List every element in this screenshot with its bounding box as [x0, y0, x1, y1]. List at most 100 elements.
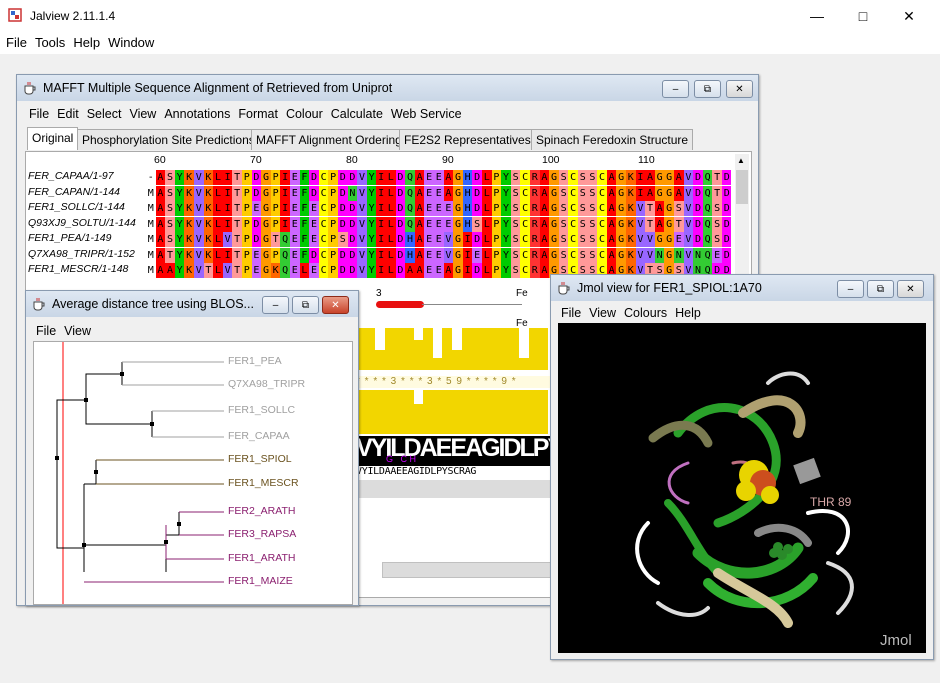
menu-annotations[interactable]: Annotations: [160, 104, 234, 124]
residue[interactable]: L: [482, 185, 492, 201]
residue[interactable]: A: [155, 170, 166, 185]
residue[interactable]: D: [395, 247, 406, 263]
residue[interactable]: R: [530, 247, 540, 263]
residue[interactable]: D: [472, 170, 482, 185]
residue[interactable]: P: [270, 247, 281, 263]
residue[interactable]: I: [376, 247, 386, 263]
residue[interactable]: P: [242, 185, 252, 201]
residue[interactable]: G: [549, 185, 559, 201]
residue[interactable]: T: [232, 263, 242, 278]
residue[interactable]: A: [155, 201, 166, 216]
residue[interactable]: A: [539, 201, 550, 216]
residue[interactable]: Y: [174, 263, 185, 278]
residue[interactable]: C: [318, 247, 329, 263]
residue[interactable]: R: [530, 170, 540, 185]
residue[interactable]: T: [232, 216, 242, 232]
residue[interactable]: I: [280, 170, 290, 185]
residue[interactable]: V: [635, 232, 646, 247]
residue[interactable]: P: [270, 170, 281, 185]
residue[interactable]: C: [568, 216, 578, 232]
residue[interactable]: Y: [366, 170, 377, 185]
sequence-name[interactable]: FER1_SOLLC/1-144: [28, 201, 125, 213]
residue[interactable]: D: [338, 201, 348, 216]
tree-canvas[interactable]: FER1_PEA Q7XA98_TRIPR FER1_SOLLC FER_CAPAA F…: [33, 341, 353, 605]
residue[interactable]: K: [626, 201, 636, 216]
residue[interactable]: C: [568, 201, 578, 216]
residue[interactable]: A: [443, 185, 454, 201]
residue[interactable]: V: [683, 216, 694, 232]
residue[interactable]: A: [414, 216, 425, 232]
residue[interactable]: Q: [280, 247, 290, 263]
menu-tools[interactable]: Tools: [31, 32, 69, 54]
residue[interactable]: A: [606, 232, 617, 247]
residue[interactable]: A: [539, 232, 550, 247]
residue[interactable]: I: [635, 185, 646, 201]
residue[interactable]: D: [309, 185, 319, 201]
residue[interactable]: S: [510, 201, 521, 216]
residue[interactable]: S: [510, 216, 521, 232]
menu-window[interactable]: Window: [104, 32, 158, 54]
residue[interactable]: V: [194, 232, 204, 247]
residue[interactable]: S: [558, 185, 569, 201]
residue[interactable]: E: [309, 216, 319, 232]
residue[interactable]: V: [683, 247, 694, 263]
residue[interactable]: H: [405, 232, 415, 247]
residue[interactable]: G: [261, 232, 271, 247]
residue[interactable]: A: [414, 185, 425, 201]
residue[interactable]: C: [520, 247, 530, 263]
residue[interactable]: A: [539, 263, 550, 278]
residue[interactable]: D: [347, 201, 358, 216]
residue[interactable]: Q: [280, 232, 290, 247]
sequence-grid[interactable]: -ASYKVKLITPDGPIEFDCPDDVYILDQAEEAGHDLPYSC…: [146, 170, 731, 280]
residue[interactable]: G: [616, 232, 626, 247]
residue[interactable]: V: [357, 216, 367, 232]
residue[interactable]: D: [472, 263, 482, 278]
residue[interactable]: C: [520, 263, 530, 278]
tree-restore-button[interactable]: ⧉: [292, 296, 319, 314]
residue[interactable]: D: [395, 201, 406, 216]
residue[interactable]: P: [242, 263, 252, 278]
residue[interactable]: G: [453, 247, 463, 263]
residue[interactable]: E: [434, 185, 444, 201]
close-button[interactable]: ✕: [886, 0, 932, 32]
residue[interactable]: Y: [366, 201, 377, 216]
residue[interactable]: D: [251, 216, 262, 232]
residue[interactable]: E: [434, 170, 444, 185]
residue[interactable]: P: [491, 201, 502, 216]
residue[interactable]: G: [261, 216, 271, 232]
residue[interactable]: R: [530, 185, 540, 201]
residue[interactable]: T: [203, 263, 214, 278]
residue[interactable]: T: [645, 216, 655, 232]
residue[interactable]: S: [578, 201, 588, 216]
residue[interactable]: V: [357, 247, 367, 263]
residue[interactable]: L: [386, 247, 396, 263]
residue[interactable]: M: [146, 263, 156, 278]
residue[interactable]: V: [683, 232, 694, 247]
residue[interactable]: L: [482, 263, 492, 278]
residue[interactable]: E: [290, 201, 300, 216]
residue[interactable]: G: [261, 185, 271, 201]
residue[interactable]: E: [251, 247, 262, 263]
residue[interactable]: G: [549, 247, 559, 263]
residue[interactable]: E: [424, 247, 434, 263]
residue[interactable]: G: [453, 201, 463, 216]
tree-leaf-label[interactable]: FER1_MESCR: [228, 477, 299, 489]
residue[interactable]: Q: [405, 201, 415, 216]
residue[interactable]: D: [472, 201, 482, 216]
residue[interactable]: C: [318, 170, 329, 185]
residue[interactable]: L: [213, 263, 223, 278]
residue[interactable]: K: [626, 185, 636, 201]
residue[interactable]: E: [424, 170, 434, 185]
menu-view[interactable]: View: [585, 303, 620, 323]
residue[interactable]: Y: [501, 263, 511, 278]
residue[interactable]: G: [261, 247, 271, 263]
residue[interactable]: A: [405, 263, 415, 278]
menu-calculate[interactable]: Calculate: [327, 104, 387, 124]
residue[interactable]: S: [165, 170, 175, 185]
menu-view[interactable]: View: [125, 104, 160, 124]
residue[interactable]: H: [462, 170, 473, 185]
residue[interactable]: E: [674, 232, 684, 247]
residue[interactable]: E: [434, 201, 444, 216]
residue[interactable]: G: [453, 216, 463, 232]
residue[interactable]: D: [722, 247, 731, 263]
